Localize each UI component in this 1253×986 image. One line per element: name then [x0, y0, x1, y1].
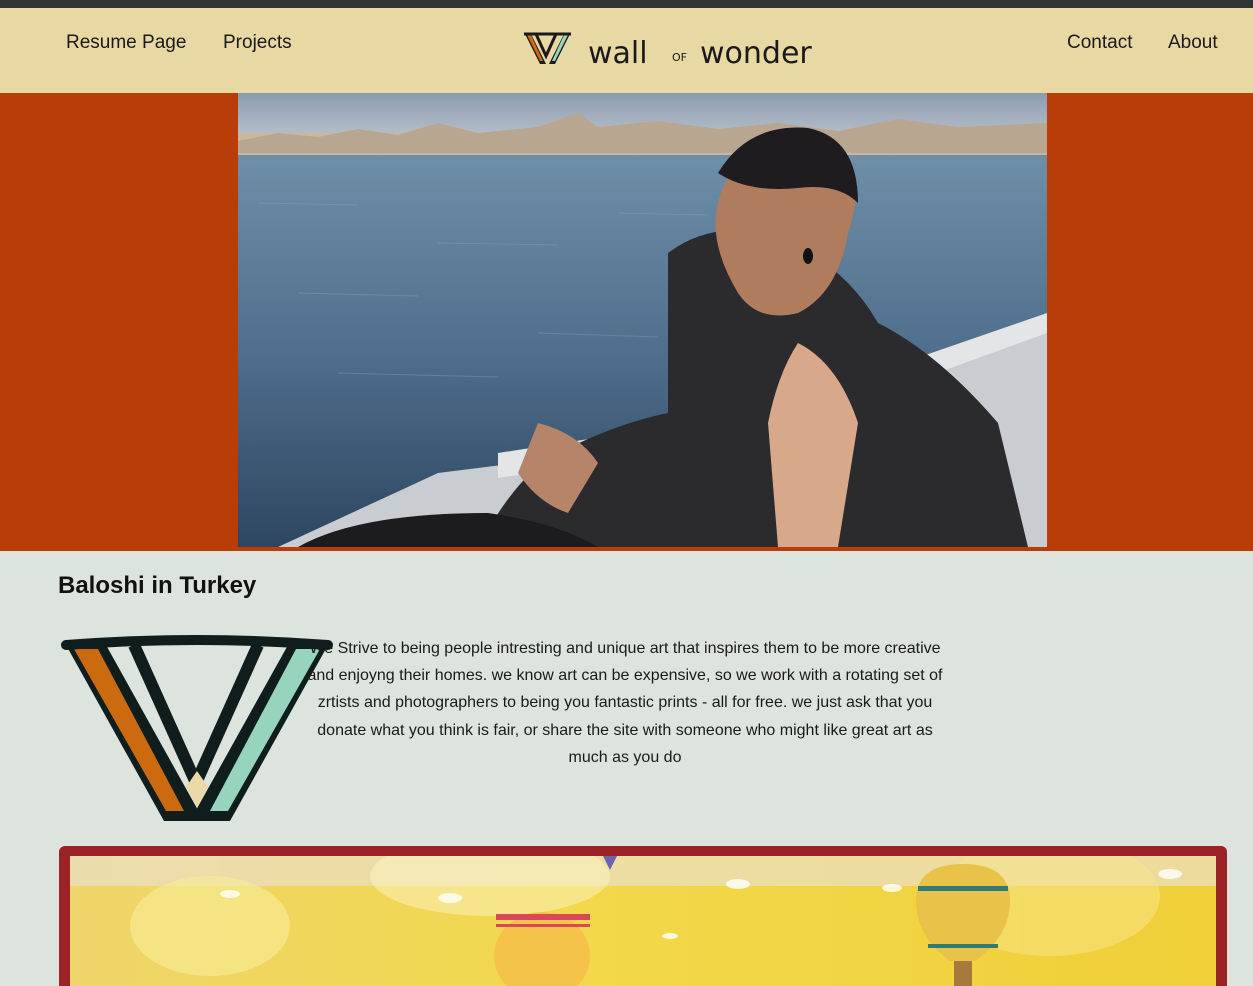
w-mark-icon [61, 635, 333, 821]
hero-photo [238, 93, 1047, 547]
gallery-photo[interactable] [70, 856, 1216, 986]
brand-word-wall: wall [588, 36, 648, 70]
nav-resume-page[interactable]: Resume Page [66, 32, 186, 54]
hot-air-balloons-photo [70, 856, 1216, 986]
nav-contact[interactable]: Contact [1067, 32, 1132, 54]
hero-section [0, 93, 1253, 551]
gallery-frame [59, 846, 1227, 986]
site-header: Resume Page Projects wall OF wonder Cont… [0, 8, 1253, 93]
nav-about[interactable]: About [1168, 32, 1218, 54]
man-on-ferry-istanbul-photo [238, 93, 1047, 547]
post-title: Baloshi in Turkey [58, 572, 257, 599]
nav-projects[interactable]: Projects [223, 32, 292, 54]
brand-word-of: OF [672, 51, 687, 64]
intro-paragraph: We Strive to being people intresting and… [307, 640, 943, 766]
wall-of-wonder-logo[interactable]: wall OF wonder [522, 30, 842, 70]
w-mark-icon [524, 32, 571, 64]
main-content: Baloshi in Turkey We Strive to being peo… [0, 551, 1253, 986]
brand-word-wonder: wonder [700, 36, 812, 70]
top-strip [0, 0, 1253, 8]
